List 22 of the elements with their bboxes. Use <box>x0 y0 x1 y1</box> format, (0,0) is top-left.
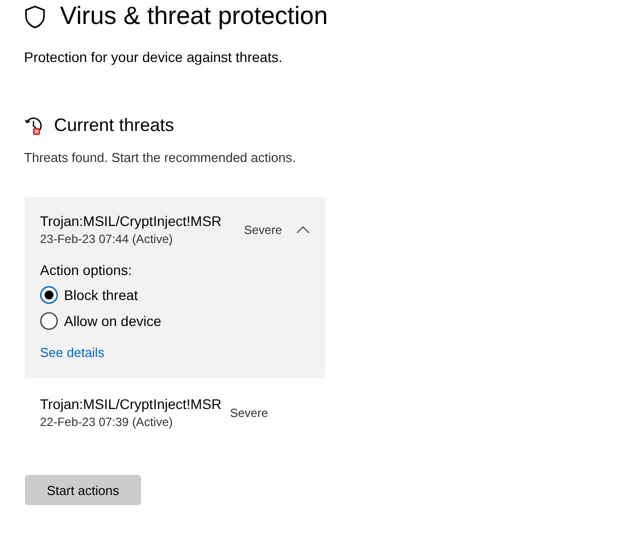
page-subtitle: Protection for your device against threats. <box>24 49 284 65</box>
start-actions-button[interactable]: Start actions <box>25 475 141 505</box>
section-description: Threats found. Start the recommended actions. <box>24 150 297 165</box>
radio-option[interactable]: Allow on device <box>40 312 162 330</box>
threat-card[interactable]: Trojan:MSIL/CryptInject!MSR 22-Feb-23 07:39 (Active) Severe <box>25 380 325 445</box>
threat-date: 23-Feb-23 07:44 (Active) <box>40 232 174 246</box>
section-title: Current threats <box>54 115 174 136</box>
radio-button[interactable] <box>40 312 58 330</box>
radio-option[interactable]: Block threat <box>40 286 138 304</box>
see-details-link[interactable]: See details <box>40 345 104 360</box>
severity-label: Severe <box>230 406 268 420</box>
chevron-up-icon[interactable] <box>296 224 310 234</box>
clock-alert-icon <box>24 116 44 136</box>
severity-label: Severe <box>244 222 282 236</box>
threat-date: 22-Feb-23 07:39 (Active) <box>40 415 174 429</box>
shield-icon <box>24 4 46 28</box>
threat-card[interactable]: Trojan:MSIL/CryptInject!MSR 23-Feb-23 07:44 (Active) Severe Action options: Block threat Allow on device See details <box>25 197 325 378</box>
threat-name: Trojan:MSIL/CryptInject!MSR <box>40 213 223 229</box>
options-label: Action options: <box>40 262 133 278</box>
page-title: Virus & threat protection <box>60 2 328 31</box>
threat-name: Trojan:MSIL/CryptInject!MSR <box>40 396 223 412</box>
radio-button[interactable] <box>40 286 58 304</box>
